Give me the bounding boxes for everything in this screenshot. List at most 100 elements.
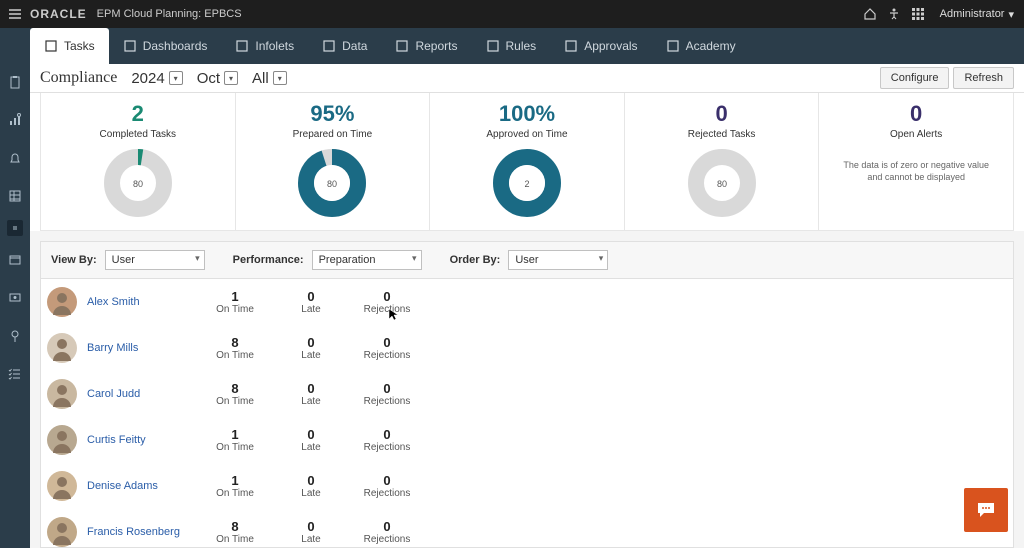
donut-chart: 2 (436, 148, 618, 218)
sidebar-analytics-icon[interactable] (7, 112, 23, 128)
metric-late: 0Late (273, 519, 349, 545)
metric-value: 8 (197, 335, 273, 350)
user-name-link[interactable]: Alex Smith (87, 296, 197, 308)
hamburger-icon[interactable] (0, 7, 30, 21)
module-tabs: Tasks Dashboards Infolets Data Reports Rules A… (0, 28, 1024, 64)
metric-label: Rejections (349, 304, 425, 315)
card-rejected-tasks[interactable]: 0 Rejected Tasks 80 (625, 93, 820, 231)
tab-tasks[interactable]: Tasks (30, 28, 109, 64)
user-menu[interactable]: Administrator ▾ (930, 8, 1024, 21)
user-name-link[interactable]: Francis Rosenberg (87, 526, 197, 538)
metric-rej: 0Rejections (349, 473, 425, 499)
metric-label: Late (273, 350, 349, 361)
kpi-cards: 2 Completed Tasks 80 95% Prepared on Tim… (30, 93, 1024, 231)
avatar (47, 287, 77, 317)
dashboard-icon (123, 39, 137, 53)
card-open-alerts[interactable]: 0 Open Alerts The data is of zero or neg… (819, 93, 1014, 231)
performance-select[interactable]: Preparation (312, 250, 422, 270)
metric-late: 0Late (273, 335, 349, 361)
configure-button[interactable]: Configure (880, 67, 950, 89)
accessibility-icon[interactable] (882, 7, 906, 21)
sidebar-window-icon[interactable] (7, 252, 23, 268)
card-prepared-on-time[interactable]: 95% Prepared on Time 80 (236, 93, 431, 231)
user-label: Administrator (940, 8, 1005, 20)
scope-selector[interactable]: All▾ (252, 70, 287, 87)
viewby-select[interactable]: User (105, 250, 205, 270)
metric-label: Late (273, 442, 349, 453)
card-completed-tasks[interactable]: 2 Completed Tasks 80 (40, 93, 236, 231)
metric-value: 0 (349, 473, 425, 488)
metric-ontime: 1On Time (197, 427, 273, 453)
sidebar-clipboard-icon[interactable] (7, 74, 23, 90)
metric-ontime: 8On Time (197, 519, 273, 545)
user-name-link[interactable]: Denise Adams (87, 480, 197, 492)
metric-value: 1 (197, 427, 273, 442)
metric-value: 0 (273, 335, 349, 350)
user-row: Denise Adams1On Time0Late0Rejections (41, 463, 1013, 509)
svg-text:80: 80 (327, 179, 337, 189)
donut-chart: 80 (47, 148, 229, 218)
metric-ontime: 1On Time (197, 289, 273, 315)
avatar (47, 425, 77, 455)
refresh-button[interactable]: Refresh (953, 67, 1014, 89)
sidebar-bell-icon[interactable] (7, 150, 23, 166)
tab-label: Approvals (584, 39, 637, 53)
performance-label: Performance: (233, 254, 304, 266)
tab-label: Rules (506, 39, 537, 53)
card-value: 2 (47, 101, 229, 127)
filter-bar: View By: User Performance: Preparation O… (40, 241, 1014, 279)
tab-infolets[interactable]: Infolets (221, 28, 308, 64)
card-label: Prepared on Time (242, 129, 424, 140)
metric-late: 0Late (273, 427, 349, 453)
sidebar-checklist-icon[interactable] (7, 366, 23, 382)
user-name-link[interactable]: Curtis Feitty (87, 434, 197, 446)
orderby-select[interactable]: User (508, 250, 608, 270)
metric-label: On Time (197, 304, 273, 315)
tab-reports[interactable]: Reports (381, 28, 471, 64)
chat-fab[interactable] (964, 488, 1008, 532)
user-row: Alex Smith1On Time0Late0Rejections (41, 279, 1013, 325)
tab-rules[interactable]: Rules (472, 28, 551, 64)
tab-dashboards[interactable]: Dashboards (109, 28, 222, 64)
month-selector[interactable]: Oct▾ (197, 70, 238, 87)
metric-value: 8 (197, 381, 273, 396)
user-row: Curtis Feitty1On Time0Late0Rejections (41, 417, 1013, 463)
tab-label: Academy (686, 39, 736, 53)
metric-label: Late (273, 534, 349, 545)
year-selector[interactable]: 2024▾ (131, 70, 182, 87)
infolet-icon (235, 39, 249, 53)
apps-icon[interactable] (906, 7, 930, 21)
metric-label: On Time (197, 442, 273, 453)
home-icon[interactable] (858, 7, 882, 21)
left-sidebar (0, 64, 30, 548)
metric-value: 0 (273, 427, 349, 442)
app-name: EPM Cloud Planning: EPBCS (97, 8, 242, 20)
user-list: Alex Smith1On Time0Late0RejectionsBarry … (40, 279, 1014, 548)
sidebar-display-icon[interactable] (7, 290, 23, 306)
sidebar-grid-icon[interactable] (7, 188, 23, 204)
viewby-label: View By: (51, 254, 97, 266)
tab-academy[interactable]: Academy (652, 28, 750, 64)
card-approved-on-time[interactable]: 100% Approved on Time 2 (430, 93, 625, 231)
user-name-link[interactable]: Barry Mills (87, 342, 197, 354)
metric-value: 0 (273, 473, 349, 488)
sidebar-pin-icon[interactable] (7, 328, 23, 344)
metric-label: Late (273, 304, 349, 315)
metric-value: 0 (273, 381, 349, 396)
metric-ontime: 1On Time (197, 473, 273, 499)
metric-value: 0 (273, 519, 349, 534)
metric-value: 0 (349, 335, 425, 350)
page-header: Compliance 2024▾ Oct▾ All▾ Configure Ref… (30, 64, 1024, 93)
tab-approvals[interactable]: Approvals (550, 28, 651, 64)
donut-chart: 80 (242, 148, 424, 218)
user-name-link[interactable]: Carol Judd (87, 388, 197, 400)
metric-rej: 0Rejections (349, 381, 425, 407)
tab-data[interactable]: Data (308, 28, 381, 64)
global-header: ORACLE EPM Cloud Planning: EPBCS Adminis… (0, 0, 1024, 28)
tab-label: Data (342, 39, 367, 53)
metric-value: 1 (197, 289, 273, 304)
tab-label: Dashboards (143, 39, 208, 53)
sidebar-dashboard-icon[interactable] (7, 220, 23, 236)
metric-label: Rejections (349, 488, 425, 499)
chat-icon (976, 500, 996, 520)
